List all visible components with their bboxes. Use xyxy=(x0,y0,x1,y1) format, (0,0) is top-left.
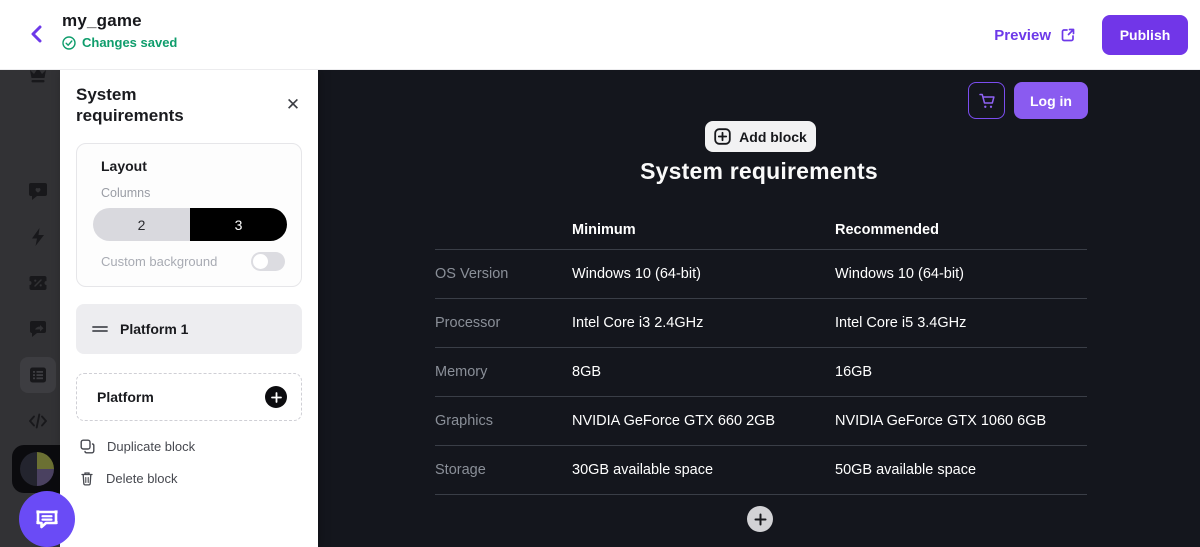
row-minimum-value: NVIDIA GeForce GTX 660 2GB xyxy=(572,413,835,429)
row-label: Memory xyxy=(435,364,572,380)
platform-1-label: Platform 1 xyxy=(120,321,188,337)
check-circle-icon xyxy=(62,36,76,50)
avatar xyxy=(20,452,54,486)
external-link-icon xyxy=(1060,27,1076,43)
store-crown-icon[interactable] xyxy=(20,70,56,93)
row-recommended-value: Intel Core i5 3.4GHz xyxy=(835,315,1087,331)
row-label: OS Version xyxy=(435,266,572,282)
table-row: Processor Intel Core i3 2.4GHz Intel Cor… xyxy=(435,299,1087,348)
duplicate-block-button[interactable]: Duplicate block xyxy=(80,435,195,457)
chat-heart-icon[interactable] xyxy=(20,173,56,209)
plus-icon xyxy=(265,386,287,408)
cart-icon xyxy=(978,92,996,110)
delete-block-label: Delete block xyxy=(106,471,178,486)
preview-label: Preview xyxy=(994,27,1051,44)
publish-button[interactable]: Publish xyxy=(1102,15,1188,55)
lightning-icon[interactable] xyxy=(20,219,56,255)
column-header-recommended: Recommended xyxy=(835,222,1087,238)
section-heading: System requirements xyxy=(318,158,1200,185)
share-bubble-icon[interactable] xyxy=(20,311,56,347)
row-minimum-value: 8GB xyxy=(572,364,835,380)
table-row: OS Version Windows 10 (64-bit) Windows 1… xyxy=(435,250,1087,299)
chat-bubble-icon xyxy=(33,505,61,533)
columns-option-3[interactable]: 3 xyxy=(190,208,287,241)
add-platform-button[interactable]: Platform xyxy=(76,373,302,421)
table-header-row: Minimum Recommended xyxy=(435,210,1087,250)
coupon-icon[interactable] xyxy=(20,265,56,301)
add-platform-label: Platform xyxy=(97,389,154,405)
table-block-icon[interactable] xyxy=(20,357,56,393)
custom-background-toggle[interactable] xyxy=(251,252,285,271)
trash-icon xyxy=(80,471,94,486)
row-minimum-value: Windows 10 (64-bit) xyxy=(572,266,835,282)
cart-button[interactable] xyxy=(968,82,1005,119)
save-status: Changes saved xyxy=(62,35,177,50)
code-icon[interactable] xyxy=(20,403,56,439)
table-row: Storage 30GB available space 50GB availa… xyxy=(435,446,1087,495)
block-settings-panel: System requirements ✕ Layout Columns 2 3… xyxy=(60,70,318,547)
custom-background-row: Custom background xyxy=(101,250,285,272)
project-title-block: my_game Changes saved xyxy=(62,11,177,50)
panel-title: System requirements xyxy=(76,84,226,127)
delete-block-button[interactable]: Delete block xyxy=(80,467,178,489)
columns-label: Columns xyxy=(101,186,150,200)
row-minimum-value: Intel Core i3 2.4GHz xyxy=(572,315,835,331)
column-header-minimum: Minimum xyxy=(572,222,835,238)
row-recommended-value: 16GB xyxy=(835,364,1087,380)
plus-icon xyxy=(754,513,767,526)
table-row: Graphics NVIDIA GeForce GTX 660 2GB NVID… xyxy=(435,397,1087,446)
row-label: Graphics xyxy=(435,413,572,429)
row-recommended-value: 50GB available space xyxy=(835,462,1087,478)
app-window: my_game Changes saved Preview Publish xyxy=(0,0,1200,547)
layout-settings-card: Layout Columns 2 3 Custom background xyxy=(76,143,302,287)
add-block-label: Add block xyxy=(739,129,807,145)
custom-background-label: Custom background xyxy=(101,254,217,269)
columns-option-2[interactable]: 2 xyxy=(93,208,190,241)
plus-square-icon xyxy=(714,128,731,145)
back-button[interactable] xyxy=(22,20,50,48)
layout-card-title: Layout xyxy=(101,158,147,174)
login-button[interactable]: Log in xyxy=(1014,82,1088,119)
row-recommended-value: NVIDIA GeForce GTX 1060 6GB xyxy=(835,413,1087,429)
table-row: Memory 8GB 16GB xyxy=(435,348,1087,397)
support-chat-button[interactable] xyxy=(19,491,75,547)
row-minimum-value: 30GB available space xyxy=(572,462,835,478)
duplicate-icon xyxy=(80,439,95,454)
editor-topbar: my_game Changes saved Preview Publish xyxy=(0,0,1200,70)
site-preview-canvas: Log in Add block System requirements Min… xyxy=(318,70,1200,547)
add-block-button[interactable]: Add block xyxy=(705,121,816,152)
duplicate-block-label: Duplicate block xyxy=(107,439,195,454)
columns-segmented-control: 2 3 xyxy=(93,208,287,241)
project-title: my_game xyxy=(62,11,177,31)
save-status-label: Changes saved xyxy=(82,35,177,50)
row-recommended-value: Windows 10 (64-bit) xyxy=(835,266,1087,282)
row-label: Storage xyxy=(435,462,572,478)
topbar-actions: Preview Publish xyxy=(994,0,1188,70)
platform-1-item[interactable]: Platform 1 xyxy=(76,304,302,354)
close-icon[interactable]: ✕ xyxy=(282,94,304,116)
preview-button[interactable]: Preview xyxy=(994,27,1076,44)
chevron-left-icon xyxy=(30,25,42,43)
system-requirements-table: Minimum Recommended OS Version Windows 1… xyxy=(435,210,1087,495)
toggle-knob xyxy=(253,254,268,269)
row-label: Processor xyxy=(435,315,572,331)
drag-handle-icon[interactable] xyxy=(92,324,108,334)
add-section-button[interactable] xyxy=(747,506,773,532)
